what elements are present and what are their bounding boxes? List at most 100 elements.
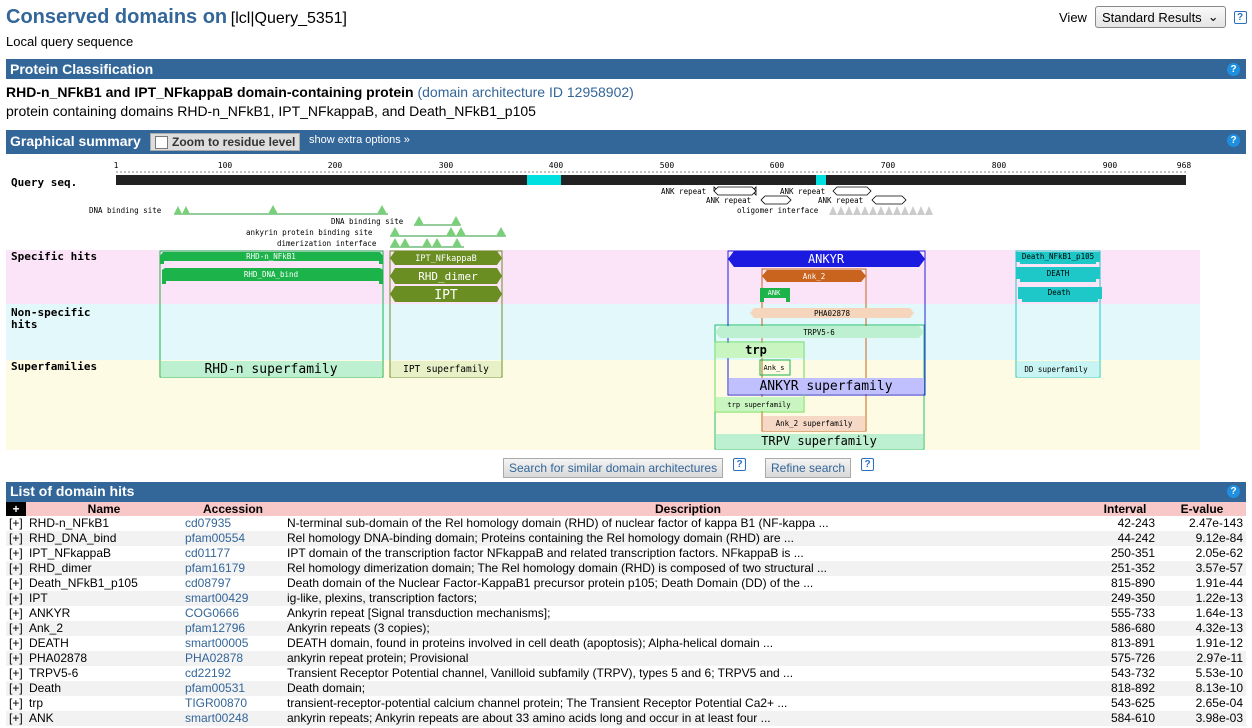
site-label[interactable]: ANK repeat <box>661 187 706 196</box>
hit-description: Rel homology DNA-binding domain; Protein… <box>284 531 1092 546</box>
hit-accession-link[interactable]: smart00005 <box>182 636 284 651</box>
table-header-row: + Name Accession Description Interval E-… <box>6 502 1246 516</box>
expand-toggle[interactable]: [+] <box>6 636 26 651</box>
site-label[interactable]: DNA binding site <box>89 206 162 215</box>
hit-name: PHA02878 <box>26 651 182 666</box>
site-label[interactable]: oligomer interface <box>737 206 819 215</box>
help-icon[interactable]: ? <box>1227 63 1240 76</box>
expand-toggle[interactable]: [+] <box>6 561 26 576</box>
table-row: [+] ANK smart00248 ankyrin repeats; Ankyrin… <box>6 711 1246 726</box>
domain-label: RHD_DNA_bind <box>244 270 298 279</box>
column-header[interactable]: Accession <box>182 502 284 516</box>
help-icon[interactable]: ? <box>1227 485 1240 498</box>
refine-search-button[interactable]: Refine search <box>765 458 852 478</box>
site-marker <box>496 227 506 236</box>
site-label[interactable]: ANK repeat <box>780 187 825 196</box>
site-label[interactable]: ankyrin protein binding site <box>246 228 373 237</box>
table-row: [+] RHD_dimer pfam16179 Rel homology dimeri… <box>6 561 1246 576</box>
help-icon[interactable]: ? <box>733 458 746 471</box>
zoom-residue-toggle[interactable]: Zoom to residue level <box>150 133 301 151</box>
expand-toggle[interactable]: [+] <box>6 666 26 681</box>
hit-evalue: 1.22e-13 <box>1158 591 1246 606</box>
view-select-value: Standard Results <box>1101 9 1202 25</box>
column-header[interactable]: Interval <box>1092 502 1158 516</box>
hit-accession-link[interactable]: smart00429 <box>182 591 284 606</box>
site-marker <box>422 238 442 247</box>
search-similar-architectures-button[interactable]: Search for similar domain architectures <box>503 458 724 478</box>
expand-toggle[interactable]: [+] <box>6 711 26 726</box>
domain-architecture-link[interactable]: (domain architecture ID 12958902) <box>417 84 633 100</box>
domain-label: Ank_s <box>763 364 784 372</box>
expand-toggle[interactable]: [+] <box>6 591 26 606</box>
hit-name: trp <box>29 696 44 710</box>
hit-description: Ankyrin repeats (3 copies); <box>284 621 1092 636</box>
superfamily-label: DD superfamily <box>1024 365 1088 374</box>
help-icon[interactable]: ? <box>861 458 874 471</box>
domain-hits-title: List of domain hits <box>10 483 135 499</box>
expand-toggle[interactable]: [+] <box>6 651 26 666</box>
show-extra-options-link[interactable]: show extra options » <box>309 134 410 146</box>
hit-accession-link[interactable]: COG0666 <box>182 606 284 621</box>
hit-accession-link[interactable]: cd08797 <box>182 576 284 591</box>
superfamily-label: ANKYR superfamily <box>759 379 892 394</box>
hit-accession-link[interactable]: pfam16179 <box>182 561 284 576</box>
zoom-checkbox[interactable] <box>155 135 168 149</box>
expand-toggle[interactable]: [+] <box>6 606 26 621</box>
hit-description: Death domain; <box>284 681 1092 696</box>
help-icon[interactable]: ? <box>1227 134 1240 147</box>
site-label[interactable]: ANK repeat <box>818 196 863 205</box>
hit-accession-link[interactable]: TIGR00870 <box>182 696 284 711</box>
view-select[interactable]: Standard Results ⌄ <box>1094 6 1226 28</box>
hit-accession-link[interactable]: cd01177 <box>182 546 284 561</box>
site-marker <box>414 216 424 225</box>
help-icon[interactable]: ? <box>1233 10 1247 24</box>
ruler-tick: 1 <box>114 161 119 170</box>
hit-interval: 813-891 <box>1110 636 1155 650</box>
ruler-tick: 800 <box>992 161 1007 170</box>
hit-accession-link[interactable]: cd07935 <box>182 516 284 531</box>
graphical-summary: Query seq. Specific hits Non-specific hi… <box>6 161 1200 450</box>
hit-evalue: 1.91e-12 <box>1195 636 1243 650</box>
expand-all-icon[interactable]: + <box>6 502 26 516</box>
column-header[interactable]: Description <box>284 502 1092 516</box>
site-label[interactable]: DNA binding site <box>331 217 404 226</box>
domain-label: ANK <box>768 289 781 297</box>
ruler-tick: 200 <box>328 161 343 170</box>
expand-toggle[interactable]: [+] <box>6 696 26 711</box>
hit-evalue: 2.05e-62 <box>1195 546 1243 560</box>
hit-accession-link[interactable]: PHA02878 <box>182 651 284 666</box>
repeat-arrow <box>760 195 792 205</box>
expand-toggle[interactable]: [+] <box>6 621 26 636</box>
hit-interval: 586-680 <box>1092 621 1158 636</box>
hit-accession-link[interactable]: cd22192 <box>182 666 284 681</box>
view-label: View <box>1059 9 1087 25</box>
site-label[interactable]: ANK repeat <box>706 196 751 205</box>
domain-hits-body: [+] RHD-n_NFkB1 cd07935 N-terminal sub-doma… <box>6 516 1246 726</box>
site-label[interactable]: dimerization interface <box>277 239 377 248</box>
column-header[interactable]: Name <box>26 502 182 516</box>
ruler: 1 100 200 300 400 500 600 700 800 900 96… <box>114 161 1192 170</box>
hit-name: TRPV5-6 <box>29 666 79 680</box>
hit-name: ANKYR <box>29 606 71 620</box>
hit-accession-link[interactable]: smart00248 <box>182 711 284 726</box>
column-header[interactable]: E-value <box>1158 502 1246 516</box>
hit-accession-link[interactable]: pfam12796 <box>182 621 284 636</box>
hit-accession-link[interactable]: pfam00554 <box>182 531 284 546</box>
classification-bar: Protein Classification? <box>6 59 1246 79</box>
table-row: [+] Death pfam00531 Death domain; 818-892 8.1… <box>6 681 1246 696</box>
expand-toggle[interactable]: [+] <box>6 681 26 696</box>
expand-toggle[interactable]: [+] <box>6 546 26 561</box>
hit-interval: 251-352 <box>1092 561 1158 576</box>
hit-interval: 815-890 <box>1110 576 1155 590</box>
query-sequence-bar[interactable] <box>116 175 1186 185</box>
expand-toggle[interactable]: [+] <box>6 531 26 546</box>
hit-evalue: 4.32e-13 <box>1158 621 1246 636</box>
domain-label: TRPV5-6 <box>803 328 835 337</box>
hit-accession-link[interactable]: pfam00531 <box>182 681 284 696</box>
expand-toggle[interactable]: [+] <box>6 576 26 591</box>
expand-toggle[interactable]: [+] <box>6 516 26 531</box>
hit-description: DEATH domain, found in proteins involved… <box>287 636 774 650</box>
ruler-tick: 300 <box>439 161 454 170</box>
hit-evalue: 3.98e-03 <box>1158 711 1246 726</box>
site-marker <box>174 206 190 214</box>
